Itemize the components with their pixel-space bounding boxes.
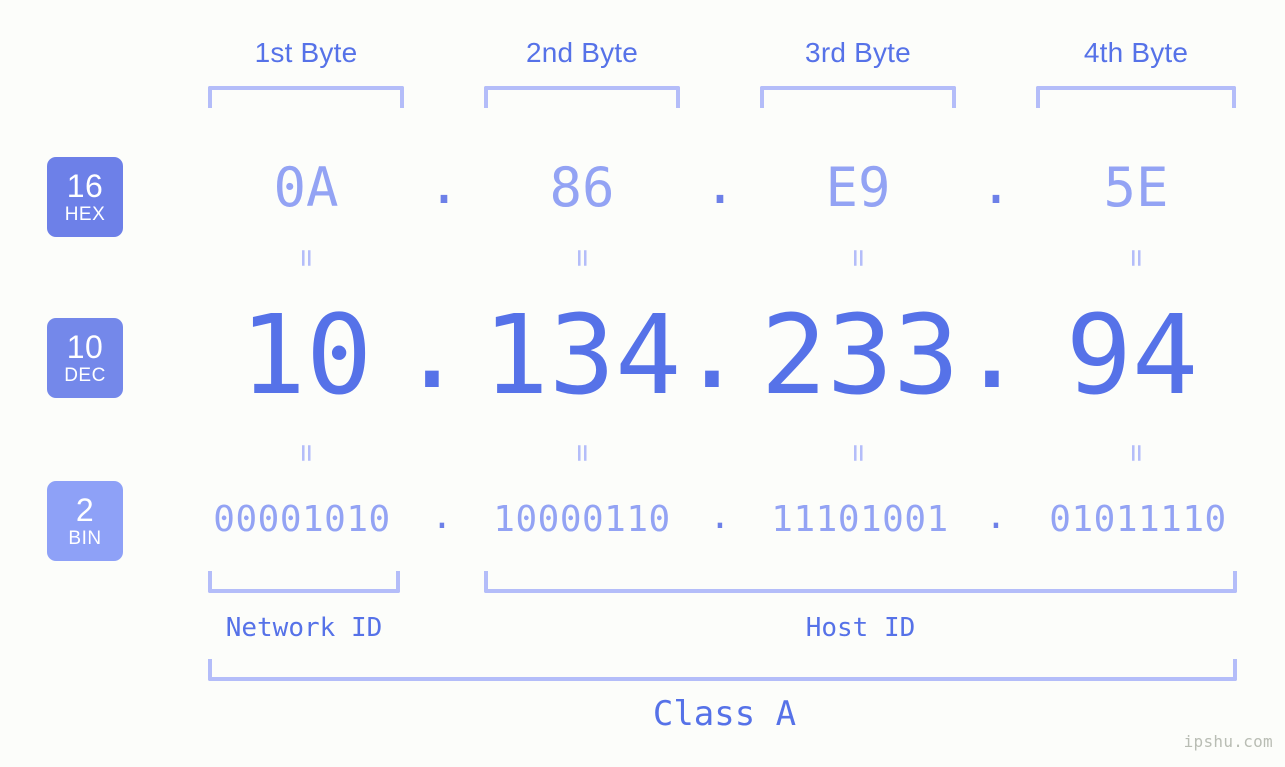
bin-octet-2: 10000110 (493, 499, 671, 540)
dec-octet-2: 134 (482, 291, 682, 419)
base-badge-hex-number: 16 (66, 168, 104, 204)
bin-octet-1: 00001010 (213, 499, 391, 540)
byte-bracket-4 (1036, 86, 1236, 108)
byte-bracket-2 (484, 86, 680, 108)
hex-separator-2: . (703, 153, 737, 216)
byte-bracket-1 (208, 86, 404, 108)
dec-octet-3: 233 (760, 291, 960, 419)
network-id-label: Network ID (225, 613, 383, 643)
ip-breakdown-diagram: 1st Byte 2nd Byte 3rd Byte 4th Byte 16 H… (0, 0, 1285, 767)
equals-icon-dec-bin-3: = (841, 443, 876, 463)
hex-separator-3: . (979, 153, 1013, 216)
bin-octet-3: 11101001 (771, 499, 949, 540)
equals-icon-dec-bin-2: = (565, 443, 600, 463)
hex-octet-1: 0A (273, 156, 339, 219)
bin-octet-4: 01011110 (1049, 499, 1227, 540)
base-badge-dec-number: 10 (66, 329, 104, 365)
equals-icon-dec-bin-4: = (1119, 443, 1154, 463)
byte-header-4: 4th Byte (1083, 37, 1189, 68)
dec-octet-4: 94 (1065, 291, 1199, 419)
network-id-bracket (208, 571, 400, 593)
hex-separator-1: . (427, 153, 461, 216)
dec-separator-1: . (398, 285, 466, 413)
byte-bracket-3 (760, 86, 956, 108)
byte-header-2: 2nd Byte (525, 37, 639, 68)
hex-octet-2: 86 (549, 156, 615, 219)
hex-octet-3: E9 (825, 156, 891, 219)
dec-separator-2: . (678, 285, 746, 413)
equals-icon-hex-dec-2: = (565, 248, 600, 268)
bin-separator-3: . (985, 496, 1007, 537)
byte-header-3: 3rd Byte (805, 37, 911, 68)
bin-separator-1: . (431, 496, 453, 537)
base-badge-hex-name: HEX (64, 204, 106, 225)
byte-header-1: 1st Byte (254, 37, 358, 68)
hex-octet-4: 5E (1103, 156, 1169, 219)
dec-separator-3: . (958, 285, 1026, 413)
base-badge-bin: 2 BIN (47, 481, 123, 561)
base-badge-bin-number: 2 (75, 492, 95, 528)
class-bracket (208, 659, 1237, 681)
equals-icon-hex-dec-1: = (289, 248, 324, 268)
bin-separator-2: . (709, 496, 731, 537)
equals-icon-hex-dec-4: = (1119, 248, 1154, 268)
base-badge-dec: 10 DEC (47, 318, 123, 398)
equals-icon-dec-bin-1: = (289, 443, 324, 463)
watermark: ipshu.com (1183, 732, 1273, 751)
base-badge-bin-name: BIN (68, 528, 102, 549)
class-label: Class A (652, 694, 797, 734)
host-id-bracket (484, 571, 1237, 593)
equals-icon-hex-dec-3: = (841, 248, 876, 268)
base-badge-dec-name: DEC (64, 365, 106, 386)
base-badge-hex: 16 HEX (47, 157, 123, 237)
dec-octet-1: 10 (239, 291, 373, 419)
host-id-label: Host ID (805, 613, 916, 643)
